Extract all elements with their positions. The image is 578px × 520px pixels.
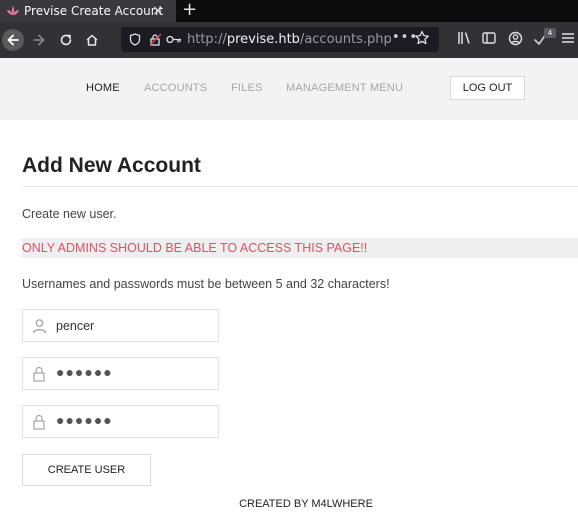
browser-tab[interactable]: Previse Create Account × — [0, 0, 176, 22]
page-title: Add New Account — [22, 154, 201, 177]
forward-button[interactable] — [28, 29, 50, 51]
url-path: /accounts.php — [299, 32, 392, 47]
new-tab-icon[interactable]: + — [182, 0, 197, 20]
length-rule-text: Usernames and passwords must be between … — [22, 277, 390, 291]
password-mask: ●●●●●● — [56, 364, 113, 380]
url-text[interactable]: http://previse.htb/accounts.php — [187, 32, 392, 47]
nav-files[interactable]: FILES — [231, 82, 263, 94]
admin-warning-text: ONLY ADMINS SHOULD BE ABLE TO ACCESS THI… — [22, 241, 368, 255]
password-field[interactable]: ●●●●●● — [22, 357, 219, 390]
nav-accounts[interactable]: ACCOUNTS — [144, 82, 207, 94]
lock-icon — [33, 366, 45, 382]
nav-home[interactable]: HOME — [86, 82, 120, 94]
title-divider — [22, 186, 578, 187]
user-icon — [32, 319, 47, 334]
tab-title: Previse Create Account — [24, 4, 164, 18]
tab-close-icon[interactable]: × — [152, 2, 164, 20]
footer-credit: CREATED BY M4LWHERE — [239, 498, 373, 510]
username-value: pencer — [56, 319, 95, 333]
username-field[interactable]: pencer — [22, 309, 219, 342]
shield-icon[interactable] — [129, 33, 141, 46]
url-protocol: http:// — [187, 32, 227, 47]
insecure-lock-icon[interactable] — [149, 33, 163, 46]
create-user-button[interactable]: CREATE USER — [22, 454, 151, 486]
nav-management-menu[interactable]: MANAGEMENT MENU — [286, 82, 403, 94]
logout-button[interactable]: LOG OUT — [450, 76, 525, 100]
browser-tab-bar: Previse Create Account × + — [0, 0, 578, 22]
library-icon[interactable] — [457, 31, 473, 45]
intro-text: Create new user. — [22, 207, 117, 221]
menu-icon[interactable] — [561, 31, 575, 45]
account-icon[interactable] — [508, 31, 523, 46]
back-button[interactable] — [2, 29, 24, 51]
extension-badge: 4 — [544, 28, 556, 38]
sidebar-icon[interactable] — [482, 31, 496, 45]
url-host: previse.htb — [226, 32, 300, 47]
confirm-password-field[interactable]: ●●●●●● — [22, 405, 219, 438]
home-button[interactable] — [81, 29, 103, 51]
reload-button[interactable] — [55, 29, 77, 51]
footer: CREATED BY M4LWHERE — [0, 498, 578, 510]
lock-icon — [33, 414, 45, 430]
forward-arrow-icon — [33, 34, 45, 46]
bookmark-star-icon[interactable] — [414, 30, 430, 46]
key-icon[interactable] — [166, 35, 182, 44]
confirm-password-mask: ●●●●●● — [56, 412, 113, 428]
lotus-favicon-icon — [7, 6, 19, 15]
back-arrow-icon — [7, 34, 19, 46]
reload-icon — [60, 34, 72, 46]
home-icon — [86, 34, 98, 46]
